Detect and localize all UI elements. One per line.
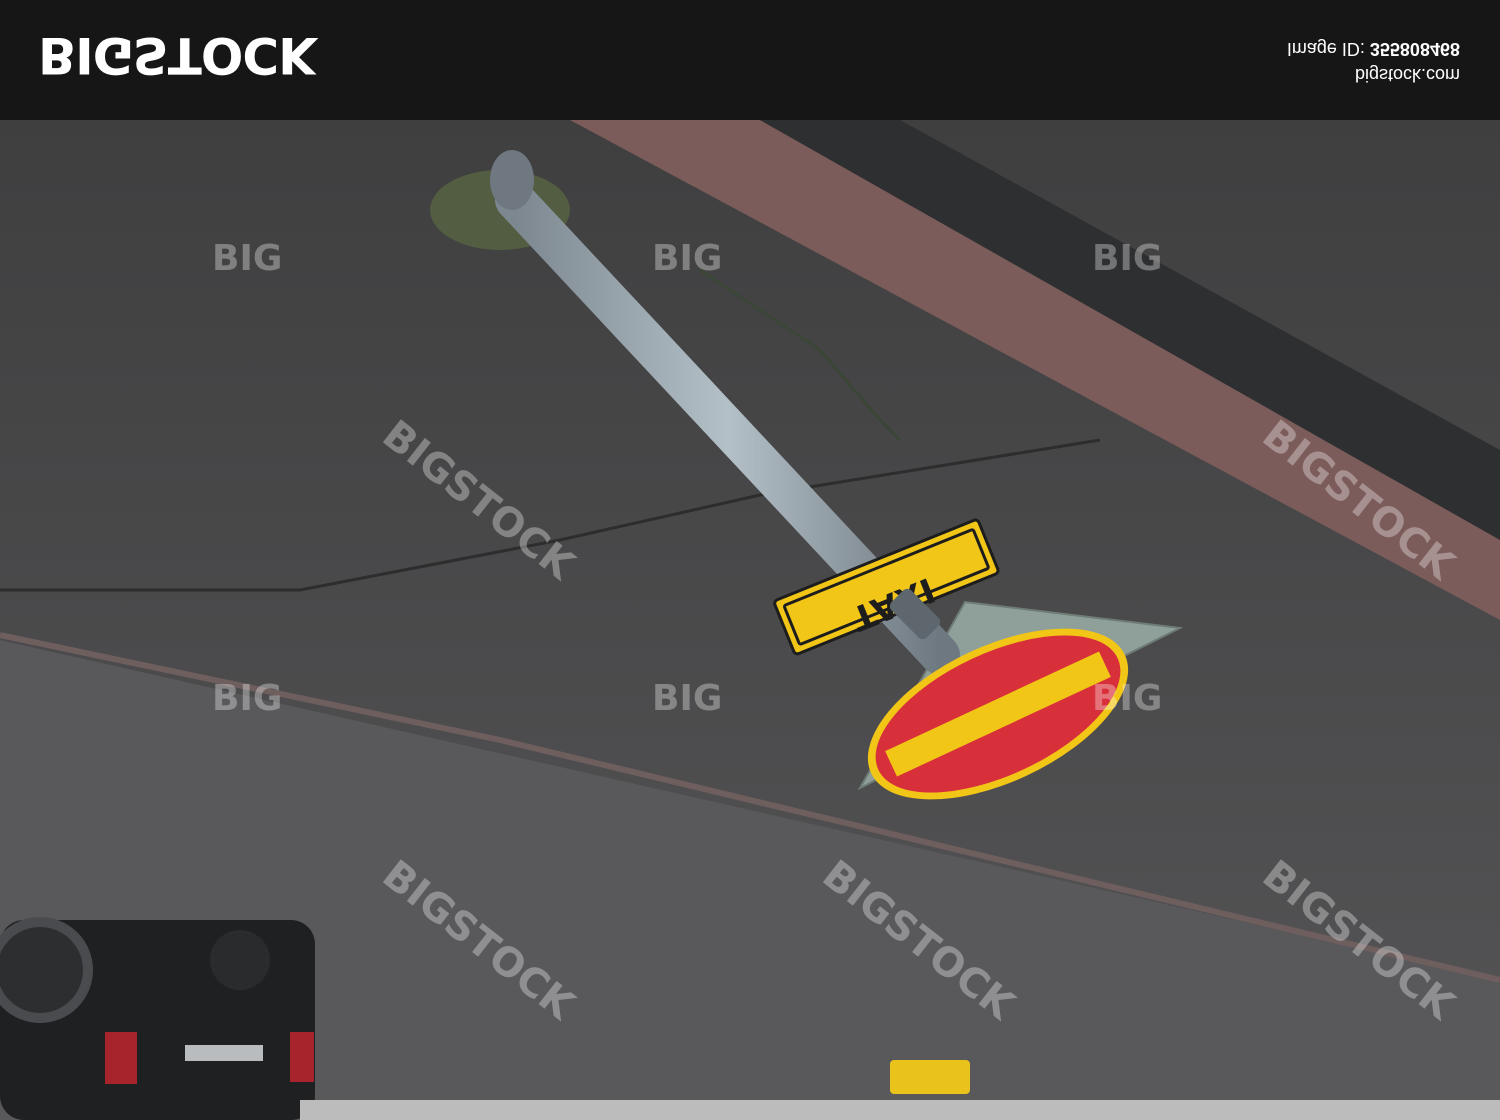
header-bar: BIGSTOCK bigstock.com Image ID: 35580846… [0, 0, 1500, 120]
watermark: BIG [1092, 238, 1162, 279]
image-id-label: Image ID: [1286, 39, 1365, 59]
image-id-value: 355808468 [1369, 39, 1460, 59]
watermark: BIG [652, 238, 722, 279]
site-url: bigstock.com [1354, 65, 1460, 85]
watermark: BIG [1092, 678, 1162, 719]
watermark: BIG [652, 678, 722, 719]
car [0, 917, 315, 1120]
pole-cap [490, 150, 534, 210]
image-id-row: Image ID: 355808468 [1287, 36, 1460, 62]
watermark: BIG [212, 238, 282, 279]
bigstock-logo: BIGSTOCK [38, 26, 316, 84]
curb-bottom [300, 1100, 1500, 1120]
yellow-marker [890, 1060, 970, 1094]
photo-scene: TAXI BIG BIG BIG BIG BIG B [0, 120, 1500, 1120]
watermark: BIG [212, 678, 282, 719]
stock-photo: TAXI BIG BIG BIG BIG BIG B [0, 120, 1500, 1120]
image-meta: bigstock.com Image ID: 355808468 [1287, 36, 1460, 88]
